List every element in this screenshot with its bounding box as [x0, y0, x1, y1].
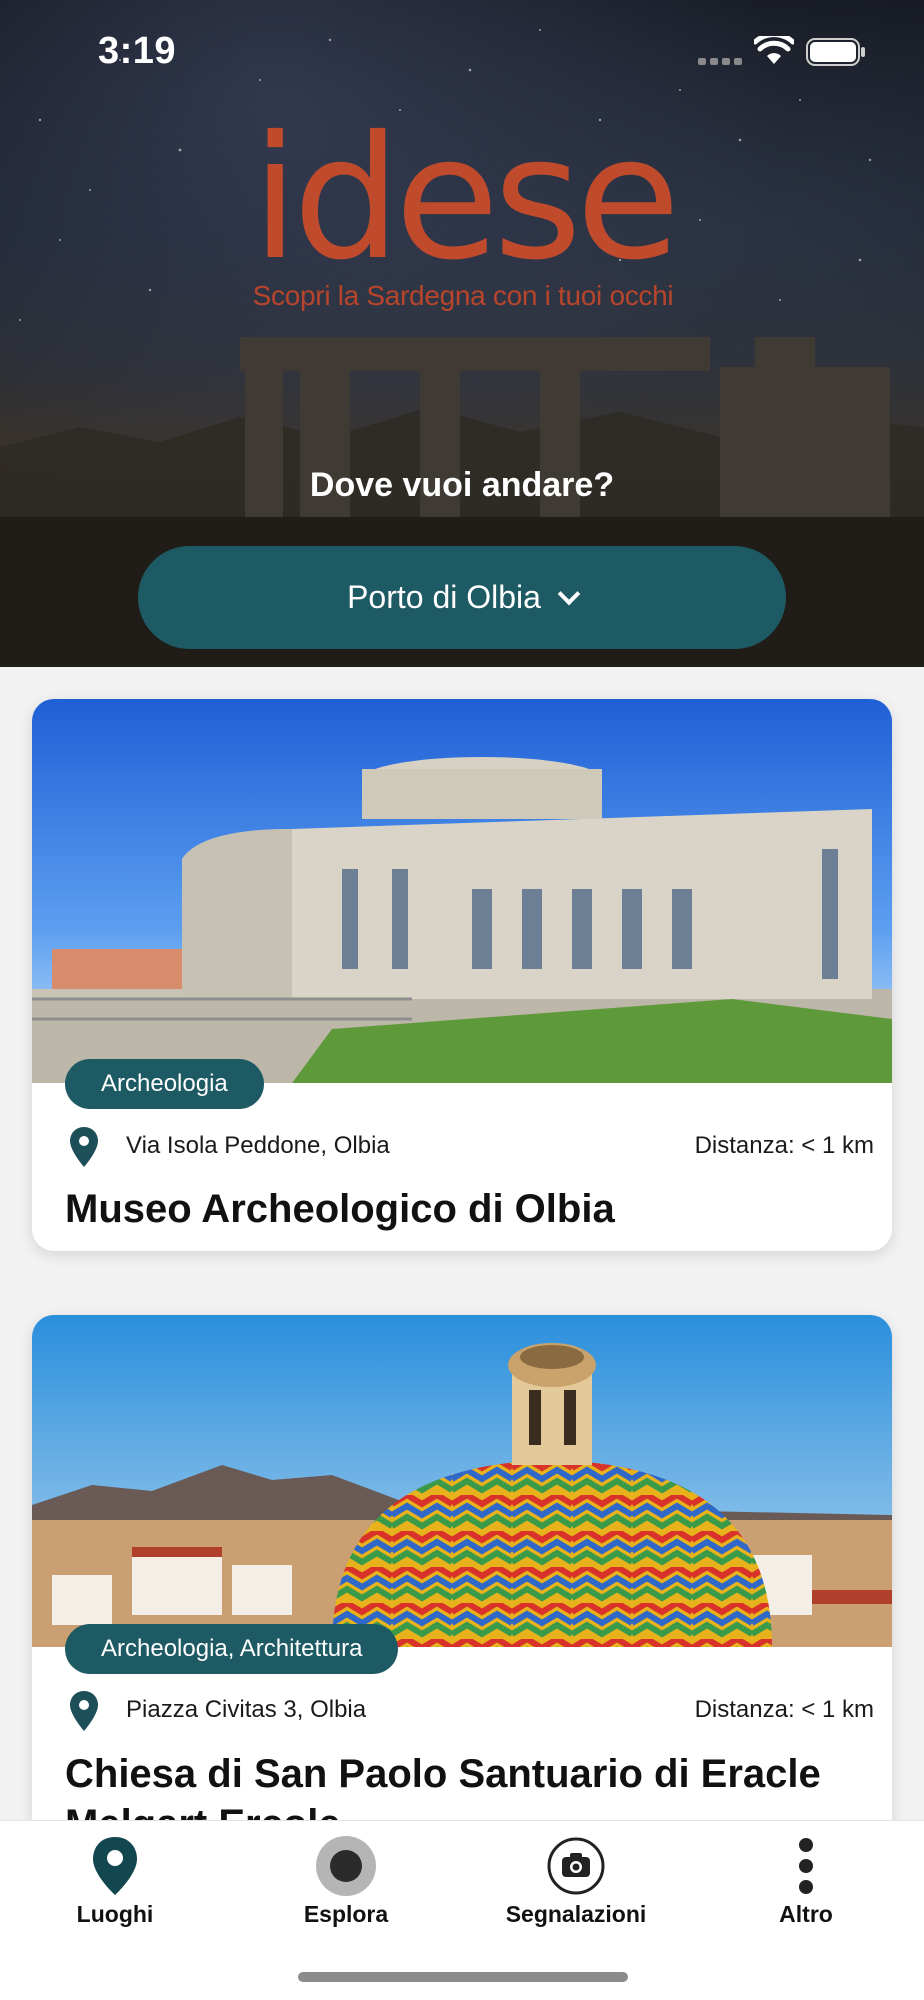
church-dome-photo: [32, 1315, 892, 1647]
camera-icon: [547, 1837, 605, 1895]
map-pin-icon: [70, 1127, 98, 1167]
tab-altro[interactable]: Altro: [706, 1821, 906, 1941]
tab-segnalazioni[interactable]: Segnalazioni: [476, 1821, 676, 1941]
map-pin-icon: [70, 1691, 98, 1731]
location-dropdown[interactable]: Porto di Olbia: [138, 546, 786, 649]
wifi-icon: [754, 36, 794, 64]
museum-photo: [32, 699, 892, 1083]
tab-luoghi[interactable]: Luoghi: [15, 1821, 215, 1941]
tab-label: Segnalazioni: [505, 1901, 647, 1927]
place-distance: Distanza: < 1 km: [694, 1696, 874, 1723]
record-icon: [316, 1836, 376, 1896]
tab-label: Luoghi: [76, 1901, 154, 1927]
tab-esplora[interactable]: Esplora: [246, 1821, 446, 1941]
hero-header: 3:19 idese Scopri la Sardegna con i tuoi…: [0, 0, 924, 667]
place-title: Museo Archeologico di Olbia: [65, 1187, 615, 1231]
place-distance: Distanza: < 1 km: [694, 1132, 874, 1159]
home-indicator: [298, 1972, 628, 1982]
chevron-down-icon: [557, 582, 581, 605]
app-logo: idese Scopri la Sardegna con i tuoi occh…: [238, 114, 688, 320]
status-time: 3:19: [98, 30, 177, 72]
battery-icon: [806, 38, 865, 66]
tab-label: Altro: [779, 1901, 833, 1927]
logo-wordmark: idese: [251, 100, 681, 298]
status-bar: 3:19: [0, 0, 924, 110]
map-pin-icon: [93, 1837, 137, 1895]
more-vertical-icon: [799, 1838, 813, 1894]
location-dropdown-value: Porto di Olbia: [347, 579, 541, 615]
category-badge: Archeologia, Architettura: [65, 1624, 399, 1674]
category-badge: Archeologia: [65, 1059, 264, 1109]
place-card[interactable]: Archeologia Via Isola Peddone, Olbia Dis…: [32, 699, 892, 1251]
logo-tagline: Scopri la Sardegna con i tuoi occhi: [252, 280, 674, 311]
place-address: Via Isola Peddone, Olbia: [126, 1132, 390, 1159]
cellular-signal-icon: [698, 58, 742, 65]
place-address: Piazza Civitas 3, Olbia: [126, 1696, 367, 1723]
tab-label: Esplora: [303, 1901, 389, 1927]
destination-question: Dove vuoi andare?: [309, 466, 615, 504]
